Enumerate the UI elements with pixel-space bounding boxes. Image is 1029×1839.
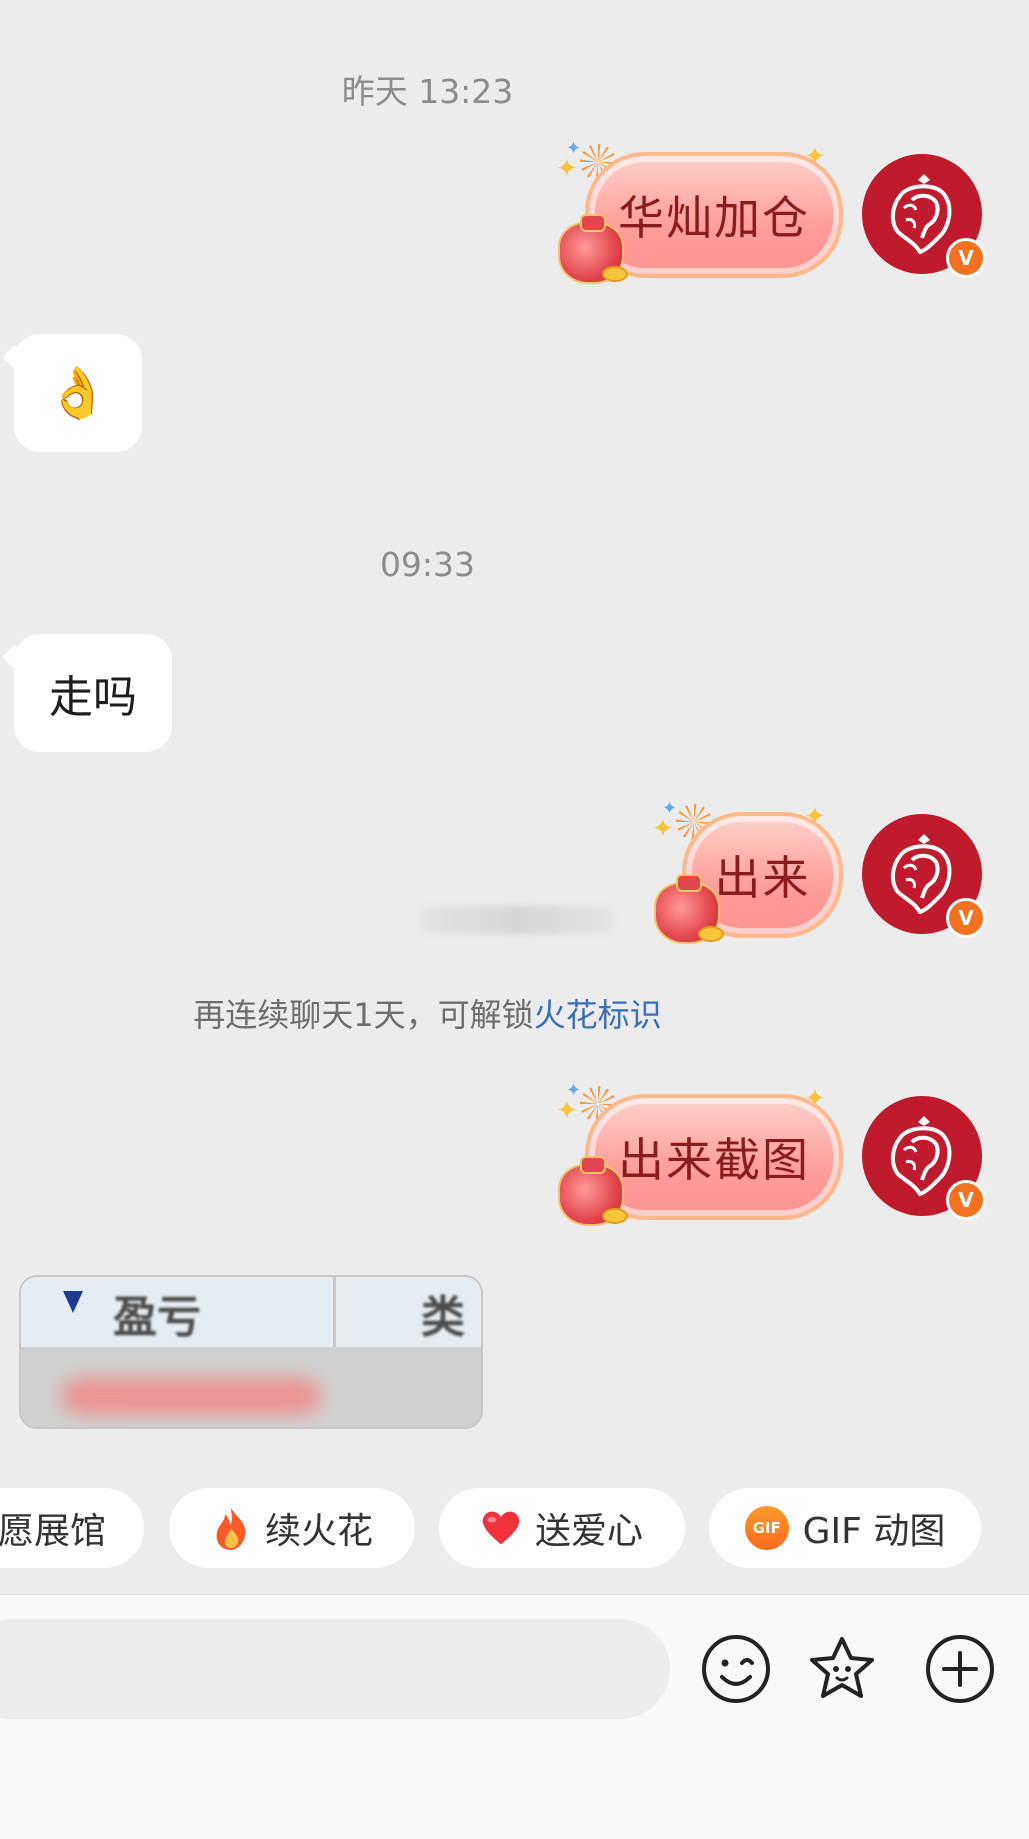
avatar[interactable]: V [862, 814, 986, 938]
streak-notice: 再连续聊天1天，可解锁火花标识 [0, 990, 855, 1036]
read-status-blurred [420, 906, 615, 934]
smile-icon[interactable] [700, 1633, 772, 1705]
chip-label: 愿展馆 [0, 1511, 106, 1552]
input-toolbar [0, 1594, 1029, 1839]
image-header-text: 盈亏 [113, 1292, 201, 1343]
quick-actions-bar: 愿展馆 续火花 送爱心 GIF GIF 动图 [0, 1488, 1029, 1568]
sparkle-icon: ✦ [652, 814, 674, 844]
heart-icon [481, 1508, 521, 1548]
message-text: 华灿加仓 [618, 191, 810, 245]
fire-icon [211, 1508, 251, 1550]
gold-ingot-icon [698, 926, 724, 942]
gold-ingot-icon [602, 266, 628, 282]
lion-logo-icon [891, 174, 952, 254]
avatar[interactable]: V [862, 154, 986, 278]
blurred-value [61, 1377, 321, 1415]
avatar[interactable]: V [862, 1096, 986, 1220]
message-row-sent: ✦ ✦ ✦ 华灿加仓 V [0, 140, 1029, 290]
sparkle-icon: ✦ [556, 154, 578, 184]
star-face-icon[interactable] [806, 1633, 878, 1705]
message-input[interactable] [0, 1619, 670, 1719]
image-header-row [21, 1277, 481, 1347]
sparkle-icon: ✦ [556, 1096, 578, 1126]
verified-badge: V [946, 238, 986, 278]
image-column-divider [333, 1277, 336, 1347]
image-header-text: 类 [421, 1292, 465, 1343]
message-bubble-received[interactable]: 👌 [14, 334, 142, 452]
chip-wish-gallery[interactable]: 愿展馆 [0, 1488, 144, 1568]
message-text: 出来 [714, 851, 811, 905]
lion-logo-icon [891, 1116, 952, 1196]
sort-arrow-icon [63, 1291, 83, 1313]
plus-circle-icon[interactable] [924, 1633, 996, 1705]
chip-gif[interactable]: GIF GIF 动图 [709, 1488, 981, 1568]
lion-logo-icon [891, 834, 952, 914]
ok-hand-icon: 👌 [46, 363, 110, 422]
chip-label: GIF 动图 [802, 1511, 946, 1552]
timestamp: 09:33 [379, 545, 476, 584]
verified-badge: V [946, 1180, 986, 1220]
message-text: 出来截图 [618, 1133, 810, 1187]
image-message[interactable]: 盈亏 类 [19, 1275, 483, 1429]
notice-text: 再连续聊天1天，可解锁 [193, 996, 534, 1034]
message-text: 走吗 [49, 672, 137, 723]
spark-link[interactable]: 火花标识 [534, 996, 662, 1034]
message-row-sent: ✦ ✦ ✦ 出来截图 V [0, 1082, 1029, 1232]
chip-label: 续火花 [264, 1511, 373, 1552]
gif-icon: GIF [744, 1506, 789, 1550]
timestamp: 昨天 13:23 [341, 72, 514, 111]
message-bubble-received[interactable]: 走吗 [14, 634, 172, 752]
chip-send-heart[interactable]: 送爱心 [439, 1488, 685, 1568]
verified-badge: V [946, 898, 986, 938]
chip-continue-spark[interactable]: 续火花 [169, 1488, 415, 1568]
chip-label: 送爱心 [534, 1511, 643, 1552]
gold-ingot-icon [602, 1208, 628, 1224]
